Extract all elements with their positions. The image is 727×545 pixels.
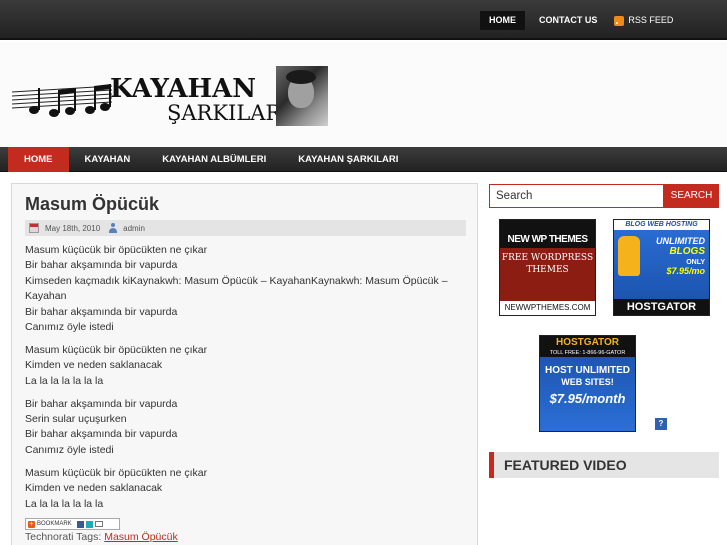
lyric-line: Masum küçücük bir öpücükten ne çıkar	[25, 343, 208, 356]
rss-feed-link[interactable]: RSS FEED	[606, 11, 682, 30]
main-navigation: HOME KAYAHAN KAYAHAN ALBÜMLERI KAYAHAN Ş…	[0, 147, 727, 172]
lyric-line: Masum küçücük bir öpücükten ne çıkar	[25, 466, 208, 479]
ad-header: NEW WP THEMES	[500, 220, 595, 248]
email-icon	[94, 521, 103, 527]
lyric-line: Canımız öyle istedi	[25, 443, 114, 456]
calendar-icon	[29, 223, 39, 233]
music-notes-icon	[12, 84, 112, 117]
rss-feed-label: RSS FEED	[628, 15, 674, 25]
lyrics-stanza: Masum küçücük bir öpücükten ne çıkar Kim…	[25, 343, 471, 389]
top-navigation: HOME CONTACT US RSS FEED	[480, 11, 682, 30]
facebook-icon	[76, 520, 84, 528]
gator-mascot-icon	[618, 236, 640, 276]
lyric-line: Masum küçücük bir öpücükten ne çıkar	[25, 244, 208, 256]
newwpthemes-ad[interactable]: NEW WP THEMES FREE WORDPRESS THEMES NEWW…	[499, 219, 596, 316]
lyric-line: Kimden ve neden saklanacak	[25, 359, 163, 372]
post-meta: May 18th, 2010 admin	[25, 220, 466, 236]
lyric-line: Kimden ve neden saklanacak	[25, 482, 163, 495]
ad-line: HOST UNLIMITED	[545, 365, 630, 376]
ad-footer: HOSTGATOR	[614, 299, 709, 315]
ad-footer: NEWWPTHEMES.COM	[500, 301, 595, 315]
ad-header: BLOG WEB HOSTING	[614, 220, 709, 230]
featured-video-heading: FEATURED VIDEO	[489, 452, 719, 478]
hostgator-hosting-ad[interactable]: HOSTGATOR TOLL FREE: 1-866-96-GATOR HOST…	[539, 335, 636, 432]
post-content: Masum Öpücük May 18th, 2010 admin Masum …	[11, 183, 478, 545]
logo-title: KAYAHAN	[110, 74, 256, 104]
lyrics-stanza: Bir bahar akşamında bir vapurda Serin su…	[25, 397, 471, 459]
bookmark-label: BOOKMARK	[37, 521, 72, 527]
site-header: KAYAHAN ŞARKILARI	[0, 42, 727, 147]
top-bar: HOME CONTACT US RSS FEED	[0, 0, 727, 40]
ad-header: HOSTGATOR	[540, 336, 635, 349]
artist-photo	[276, 66, 328, 126]
lyric-line: La la la la la la la	[25, 497, 104, 510]
lyrics-stanza: Masum küçücük bir öpücükten ne çıkar Kim…	[25, 466, 471, 512]
technorati-prefix: Technorati Tags:	[25, 531, 102, 543]
lyric-line: Bir bahar akşamında bir vapurda	[25, 428, 178, 441]
hostgator-blog-ad[interactable]: BLOG WEB HOSTING UNLIMITED BLOGS ONLY $7…	[613, 219, 710, 316]
ad-body: FREE WORDPRESS THEMES	[501, 253, 594, 275]
search-button[interactable]: SEARCH	[664, 184, 719, 208]
technorati-tags: Technorati Tags: Masum Öpücük	[25, 531, 178, 543]
ad-tollfree: TOLL FREE: 1-866-96-GATOR	[540, 349, 635, 357]
post-body: Masum küçücük bir öpücükten ne çıkar Bir…	[25, 243, 471, 520]
post-date: May 18th, 2010	[45, 223, 101, 233]
lyric-line: La la la la la la la	[25, 374, 104, 387]
nav-kayahan[interactable]: KAYAHAN	[69, 147, 147, 172]
search-input[interactable]: Search	[489, 184, 664, 208]
nav-kayahan-albums[interactable]: KAYAHAN ALBÜMLERI	[146, 147, 282, 172]
post-title[interactable]: Masum Öpücük	[25, 194, 159, 215]
lyric-line: Bir bahar akşamında bir vapurda	[25, 259, 178, 272]
nav-home[interactable]: HOME	[8, 147, 69, 172]
lyric-line: Bir bahar akşamında bir vapurda	[25, 305, 178, 318]
technorati-tag-link[interactable]: Masum Öpücük	[104, 531, 178, 543]
top-nav-home[interactable]: HOME	[480, 11, 525, 30]
bookmark-plus-icon: +	[28, 520, 35, 528]
ad-price: $7.95/month	[549, 391, 626, 406]
lyric-line: Canımız öyle istedi	[25, 321, 114, 334]
nav-kayahan-songs[interactable]: KAYAHAN ŞARKILARI	[282, 147, 414, 172]
post-author[interactable]: admin	[123, 224, 145, 233]
lyrics-stanza: Masum küçücük bir öpücükten ne çıkar Bir…	[25, 243, 471, 335]
ad-line: WEB SITES!	[561, 377, 614, 387]
top-nav-contact[interactable]: CONTACT US	[530, 11, 606, 30]
bookmark-button[interactable]: + BOOKMARK	[25, 518, 120, 530]
help-icon[interactable]: ?	[655, 418, 667, 430]
logo-subtitle: ŞARKILARI	[167, 101, 290, 125]
twitter-icon	[85, 520, 93, 528]
user-icon	[108, 223, 118, 233]
lyric-line: Serin sular uçuşurken	[25, 413, 127, 426]
site-logo[interactable]: KAYAHAN ŞARKILARI	[12, 72, 290, 132]
rss-icon	[614, 15, 625, 26]
lyric-line: Bir bahar akşamında bir vapurda	[25, 397, 178, 410]
lyric-line: Kimseden kaçmadık kiKaynakwh: Masum Öpüc…	[25, 274, 448, 303]
